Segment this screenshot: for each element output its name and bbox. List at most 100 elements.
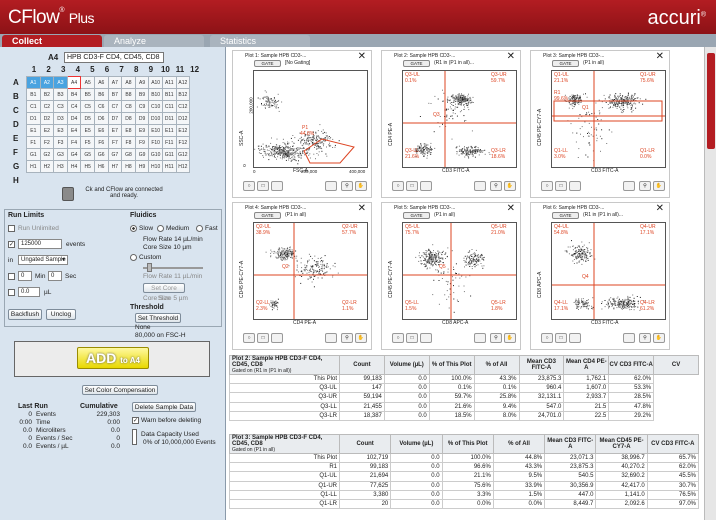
well-G5[interactable]: G5 — [80, 148, 95, 161]
well-D4[interactable]: D4 — [66, 112, 82, 125]
well-E11[interactable]: E11 — [161, 124, 177, 137]
plot-axes[interactable]: Q5-UL 75.7% Q5-UR 21.0% Q5 Q5-LL 1.5% Q5-LR 1.8% — [402, 222, 517, 320]
well-C2[interactable]: C2 — [39, 100, 55, 113]
well-C4[interactable]: C4 — [66, 100, 82, 113]
rect-tool-icon[interactable]: □ — [555, 181, 567, 191]
plot-axes[interactable]: Q1-UL 21.1% Q1-UR 75.6% R1 99.6% Q1 Q1-LL 3.0% Q1… — [551, 70, 666, 168]
well-E8[interactable]: E8 — [121, 124, 136, 137]
well-C7[interactable]: C7 — [107, 100, 123, 113]
gate-region-p1[interactable] — [303, 138, 355, 164]
set-threshold-button[interactable]: Set Threshold — [135, 313, 181, 323]
plot-6[interactable]: Plot 6: Sample HPB CD3-... GATE (R1 in (P1… — [530, 202, 670, 350]
plate-row-C[interactable]: C — [13, 106, 19, 115]
table-row[interactable]: Q3-LL 21,455 0.0 21.6% 9.4% 547.0 21.5 47.8% — [229, 401, 699, 412]
well-H5[interactable]: H5 — [80, 160, 95, 173]
plot-spec-icon[interactable] — [325, 181, 337, 191]
well-B10[interactable]: B10 — [148, 88, 163, 101]
custom-radio[interactable] — [130, 254, 137, 261]
plate-row-A[interactable]: A — [13, 78, 19, 87]
well-G11[interactable]: G11 — [161, 148, 177, 161]
slow-radio[interactable] — [130, 225, 137, 232]
well-H6[interactable]: H6 — [93, 160, 109, 173]
table-row[interactable]: Q3-LR 18,387 0.0 18.5% 8.0% 24,701.0 22.5 29.2% — [229, 410, 699, 421]
delete-sample-data-button[interactable]: Delete Sample Data — [132, 402, 196, 412]
well-A5[interactable]: A5 — [80, 76, 95, 89]
plate-column-12[interactable]: 12 — [188, 65, 202, 74]
column-header[interactable]: % of This Plot — [441, 434, 494, 454]
well-D1[interactable]: D1 — [26, 112, 41, 125]
well-G6[interactable]: G6 — [93, 148, 109, 161]
well-H1[interactable]: H1 — [26, 160, 41, 173]
seconds-input[interactable]: 0 — [48, 271, 62, 281]
well-G9[interactable]: G9 — [134, 148, 150, 161]
time-limit-checkbox[interactable] — [8, 273, 15, 280]
well-H11[interactable]: H11 — [161, 160, 177, 173]
zoom-icon[interactable]: ⚲ — [341, 181, 353, 191]
circle-tool-icon[interactable]: ○ — [392, 333, 404, 343]
gate-button[interactable]: GATE — [552, 60, 579, 67]
well-G2[interactable]: G2 — [39, 148, 55, 161]
table-row[interactable]: Q1-UR 77,625 0.0 75.6% 33.9% 30,356.9 42,417.0… — [229, 480, 700, 491]
volume-limit-checkbox[interactable] — [8, 289, 15, 296]
well-C3[interactable]: C3 — [53, 100, 68, 113]
well-F4[interactable]: F4 — [66, 136, 82, 149]
poly-tool-icon[interactable] — [420, 333, 432, 343]
plate-row-G[interactable]: G — [13, 162, 19, 171]
plate-column-7[interactable]: 7 — [115, 65, 129, 74]
well-G7[interactable]: G7 — [107, 148, 123, 161]
well-G4[interactable]: G4 — [66, 148, 82, 161]
tab-analyze[interactable]: Analyze — [104, 35, 204, 47]
rect-tool-icon[interactable]: □ — [406, 333, 418, 343]
close-icon[interactable]: ✕ — [358, 203, 366, 214]
well-F3[interactable]: F3 — [53, 136, 68, 149]
column-header[interactable]: Mean CD3 FITC-A — [518, 355, 565, 375]
events-limit-input[interactable]: 125000 — [18, 239, 62, 249]
gate-button[interactable]: GATE — [254, 212, 281, 219]
zoom-icon[interactable]: ⚲ — [341, 333, 353, 343]
column-header[interactable]: Volume (µL) — [390, 434, 443, 454]
gate-button[interactable]: GATE — [254, 60, 281, 67]
well-C9[interactable]: C9 — [134, 100, 150, 113]
plot-axes[interactable]: Q4-UL 54.8% Q4-UR 17.1% Q4 Q4-LL 17.1% Q4-LR 61.… — [551, 222, 666, 320]
well-D3[interactable]: D3 — [53, 112, 68, 125]
fast-radio[interactable] — [196, 225, 203, 232]
well-A11[interactable]: A11 — [161, 76, 177, 89]
well-C11[interactable]: C11 — [161, 100, 177, 113]
table-row[interactable]: R1 99,183 0.0 96.6% 43.3% 23,875.3 40,270.2 62.… — [229, 462, 700, 473]
well-A1[interactable]: A1 — [26, 76, 41, 89]
well-C8[interactable]: C8 — [121, 100, 136, 113]
rect-tool-icon[interactable]: □ — [555, 333, 567, 343]
plot-5[interactable]: Plot 5: Sample HPB CD3-... GATE (P1 in all… — [381, 202, 521, 350]
plate-column-6[interactable]: 6 — [100, 65, 114, 74]
column-header[interactable]: Count — [339, 355, 385, 375]
well-D2[interactable]: D2 — [39, 112, 55, 125]
well-B11[interactable]: B11 — [161, 88, 177, 101]
well-A3[interactable]: A3 — [53, 76, 68, 89]
well-C10[interactable]: C10 — [148, 100, 163, 113]
gate-button[interactable]: GATE — [403, 60, 430, 67]
well-G3[interactable]: G3 — [53, 148, 68, 161]
well-F10[interactable]: F10 — [148, 136, 163, 149]
plot-2[interactable]: Plot 2: Sample HPB CD3-... GATE (R1 in (P1… — [381, 50, 521, 198]
well-A7[interactable]: A7 — [107, 76, 123, 89]
well-F9[interactable]: F9 — [134, 136, 150, 149]
well-B12[interactable]: B12 — [175, 88, 191, 101]
poly-tool-icon[interactable] — [569, 181, 581, 191]
well-H3[interactable]: H3 — [53, 160, 68, 173]
well-F11[interactable]: F11 — [161, 136, 177, 149]
well-E3[interactable]: E3 — [53, 124, 68, 137]
plot-axes[interactable]: P1 44.8% — [253, 70, 368, 168]
table-row[interactable]: Q1-LL 3,380 0.0 3.3% 1.5% 447.0 1,141.0 76.5% — [229, 489, 700, 500]
plate-row-H[interactable]: H — [13, 176, 19, 185]
well-D8[interactable]: D8 — [121, 112, 136, 125]
plate-row-D[interactable]: D — [13, 120, 19, 129]
zoom-icon[interactable]: ⚲ — [490, 333, 502, 343]
column-header[interactable]: % of All — [473, 355, 520, 375]
sample-name-field[interactable]: HPB CD3-F CD4, CD45, CD8 — [64, 52, 164, 63]
table-row[interactable]: Q3-UL 147 0.0 0.1% 0.1% 960.4 1,607.0 53.3% — [229, 383, 699, 394]
hand-icon[interactable]: ✋ — [653, 181, 665, 191]
column-header[interactable]: Mean CD4 PE-A — [563, 355, 610, 375]
well-E5[interactable]: E5 — [80, 124, 95, 137]
well-A8[interactable]: A8 — [121, 76, 136, 89]
color-compensation-button[interactable]: Set Color Compensation — [82, 385, 158, 395]
